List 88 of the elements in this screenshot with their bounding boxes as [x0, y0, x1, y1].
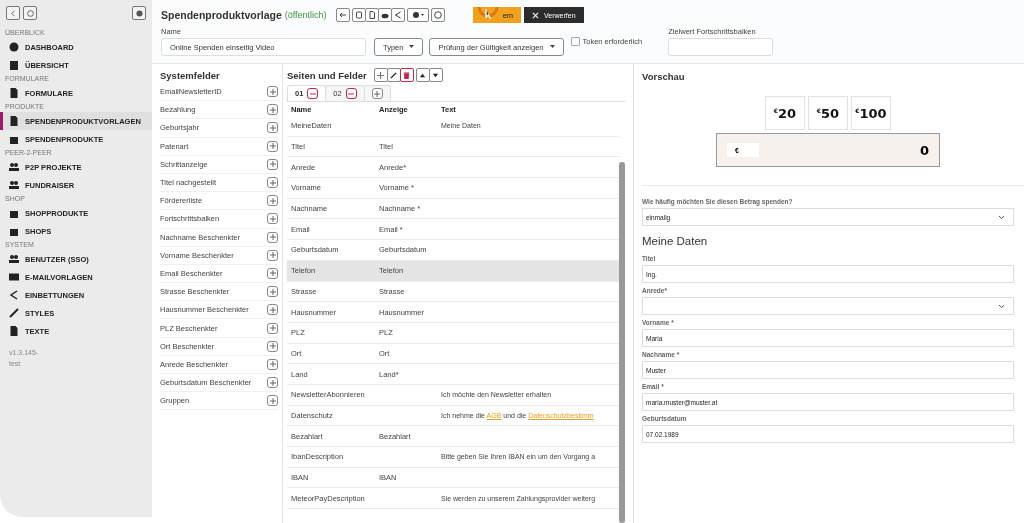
add-button[interactable]	[267, 322, 278, 334]
minus-icon	[309, 90, 316, 97]
plus-icon	[269, 179, 276, 186]
help-button[interactable]	[430, 8, 445, 22]
add-button[interactable]	[267, 213, 278, 225]
copy-button[interactable]	[351, 8, 366, 22]
status-text: (öffentlich)	[284, 10, 327, 20]
document-icon	[9, 116, 19, 126]
plus-icon	[377, 71, 385, 79]
amount-button[interactable]: $^{€}$50	[808, 96, 848, 130]
add-button[interactable]	[267, 158, 278, 170]
people-icon	[9, 254, 19, 264]
document-icon	[367, 11, 376, 19]
plus-icon	[269, 215, 276, 222]
brush-icon	[9, 308, 19, 318]
chevron-down-icon	[998, 303, 1005, 309]
document-icon	[9, 88, 19, 98]
caret-icon	[409, 45, 415, 49]
page-title: Spendenproduktvorlage	[161, 9, 282, 21]
move-up-button[interactable]	[415, 68, 430, 82]
plus-icon	[269, 270, 276, 277]
remove-button[interactable]	[307, 88, 319, 99]
share-icon	[393, 11, 402, 19]
amount-value: 0	[919, 142, 929, 158]
add-button[interactable]	[373, 68, 388, 82]
plus-icon	[269, 343, 276, 350]
add-button[interactable]	[267, 195, 278, 207]
document-icon	[9, 326, 19, 336]
plus-icon	[269, 234, 276, 241]
add-button[interactable]	[267, 377, 278, 389]
trash-icon	[403, 71, 411, 79]
minus-icon	[348, 90, 355, 97]
add-button[interactable]	[267, 286, 278, 298]
section-heading: Meine Daten	[642, 235, 709, 247]
add-button[interactable]	[267, 358, 278, 370]
scrollbar[interactable]	[619, 162, 625, 523]
chevron-down-icon	[998, 214, 1005, 220]
plus-icon	[269, 306, 276, 313]
add-page-button[interactable]	[371, 88, 383, 99]
add-button[interactable]	[267, 104, 278, 116]
remove-button[interactable]	[345, 88, 357, 99]
plus-icon	[269, 379, 276, 386]
add-button[interactable]	[267, 249, 278, 261]
panel-title: Seiten und Felder	[287, 69, 367, 81]
triangle-down-icon	[432, 71, 440, 79]
add-button[interactable]	[267, 395, 278, 407]
arrow-left-icon	[338, 11, 347, 19]
people-icon	[9, 162, 19, 172]
copy-icon	[354, 11, 363, 19]
token-checkbox[interactable]	[570, 37, 580, 46]
plus-icon	[269, 143, 276, 150]
collapse-button[interactable]	[6, 6, 20, 20]
plus-icon	[269, 325, 276, 332]
add-button[interactable]	[267, 231, 278, 243]
close-icon	[532, 11, 540, 19]
plus-icon	[269, 106, 276, 113]
panel-title: Systemfelder	[160, 70, 221, 81]
caret-icon	[549, 45, 555, 49]
goal-field[interactable]	[668, 38, 774, 56]
select-field[interactable]	[642, 297, 1014, 315]
plus-icon	[269, 161, 276, 168]
settings-button[interactable]	[406, 8, 429, 22]
plus-icon	[269, 88, 276, 95]
people-icon	[9, 180, 19, 190]
amount-button[interactable]: $^{€}$20	[765, 96, 805, 130]
add-button[interactable]	[267, 140, 278, 152]
user-button[interactable]	[132, 6, 146, 20]
panel-title: Vorschau	[642, 71, 686, 82]
plus-icon	[269, 197, 276, 204]
plus-icon	[374, 90, 381, 97]
settings-icon	[411, 11, 424, 19]
pencil-icon	[390, 71, 398, 79]
plus-icon	[269, 124, 276, 131]
add-button[interactable]	[267, 267, 278, 279]
share-icon	[9, 290, 19, 300]
amount-button[interactable]: $^{€}$100	[851, 96, 891, 130]
add-button[interactable]	[267, 122, 278, 134]
add-button[interactable]	[267, 304, 278, 316]
add-button[interactable]	[267, 177, 278, 189]
plus-icon	[269, 361, 276, 368]
triangle-up-icon	[419, 71, 427, 79]
add-button[interactable]	[267, 86, 278, 98]
help-button[interactable]	[23, 6, 37, 20]
add-button[interactable]	[267, 340, 278, 352]
chevron-left-icon	[9, 9, 17, 17]
plus-icon	[269, 252, 276, 259]
plus-icon	[269, 397, 276, 404]
plus-icon	[269, 288, 276, 295]
